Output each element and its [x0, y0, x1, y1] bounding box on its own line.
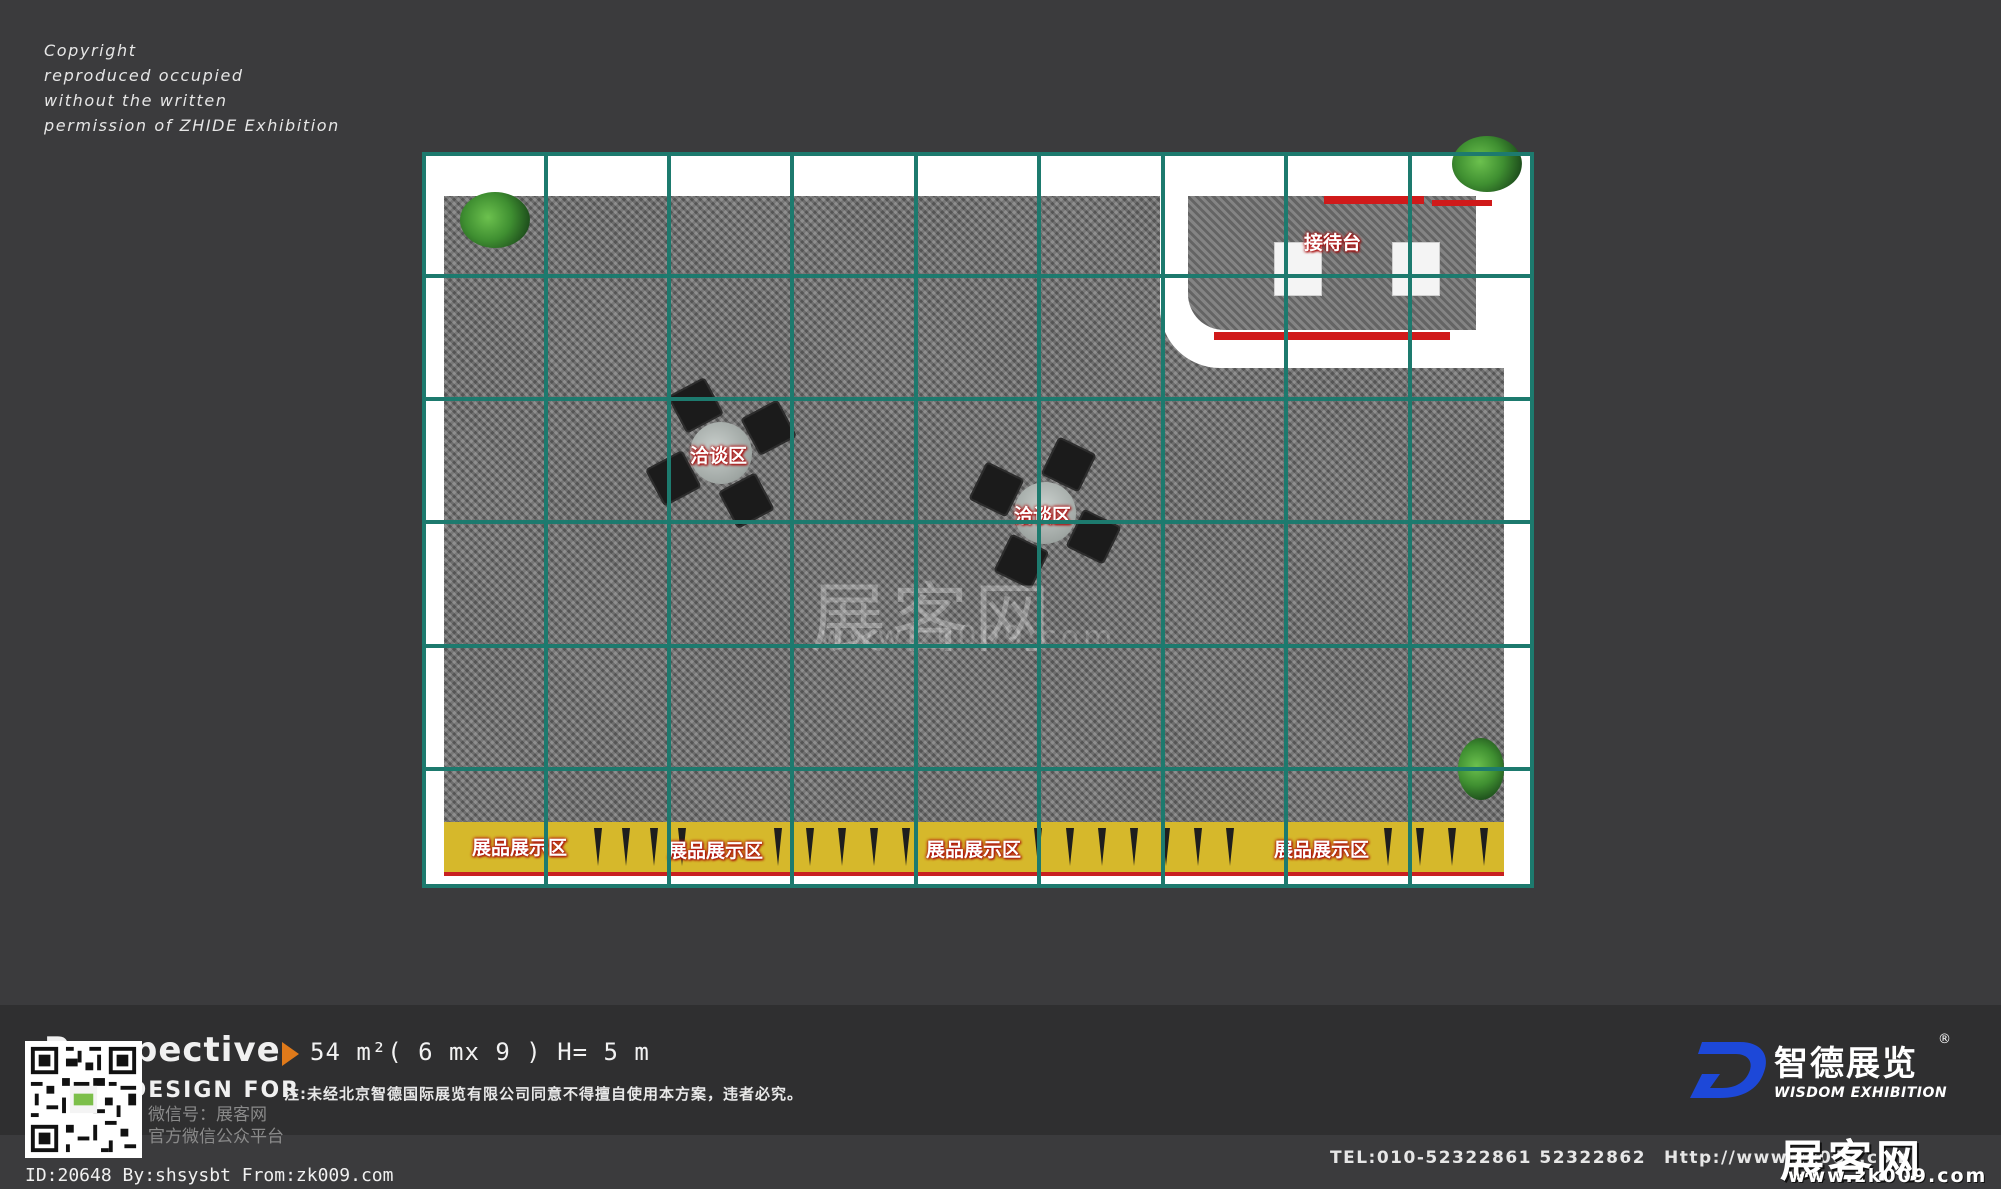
id-source-line: ID:20648 By:shsysbt From:zk009.com [25, 1165, 394, 1186]
wechat-id: 微信号：展客网 [148, 1105, 267, 1125]
wechat-info: 微信号：展客网 官方微信公众平台 [148, 1104, 284, 1148]
play-arrow-icon [282, 1042, 299, 1066]
brand-name-cn: 智德展览 [1774, 1044, 1918, 1084]
booth-spec: 54 m²( 6 mx 9 ) H= 5 m [310, 1038, 650, 1066]
copyright-line: reproduced occupied [44, 66, 244, 85]
brand-d-logo-icon [1690, 1042, 1766, 1098]
copyright-line: without the written [44, 91, 228, 110]
measurement-grid [422, 152, 1534, 888]
telephone: TEL:010-52322861 52322862 [1330, 1148, 1647, 1168]
wechat-platform: 官方微信公众平台 [148, 1127, 284, 1147]
registered-mark: ® [1938, 1032, 1951, 1047]
booth-floor-plan: 接待台 洽谈区 洽谈区 展品展示区 展品展示区 展品展示区 展品展示区 展客网 … [422, 136, 1534, 888]
copyright-line: Copyright [44, 41, 137, 60]
copyright-notice-cn: 注:未经北京智德国际展览有限公司同意不得擅自使用本方案，违者必究。 [284, 1085, 804, 1103]
brand-name-en: WISDOM EXHIBITION [1774, 1085, 1948, 1101]
design-for-label: DESIGN FOR [128, 1078, 301, 1103]
copyright-note: Copyright reproduced occupied without th… [44, 38, 340, 138]
qr-code-icon [25, 1041, 142, 1158]
zk-logo-url: www.zk009.com [1788, 1165, 1988, 1187]
copyright-line: permission of ZHIDE Exhibition [44, 116, 340, 135]
